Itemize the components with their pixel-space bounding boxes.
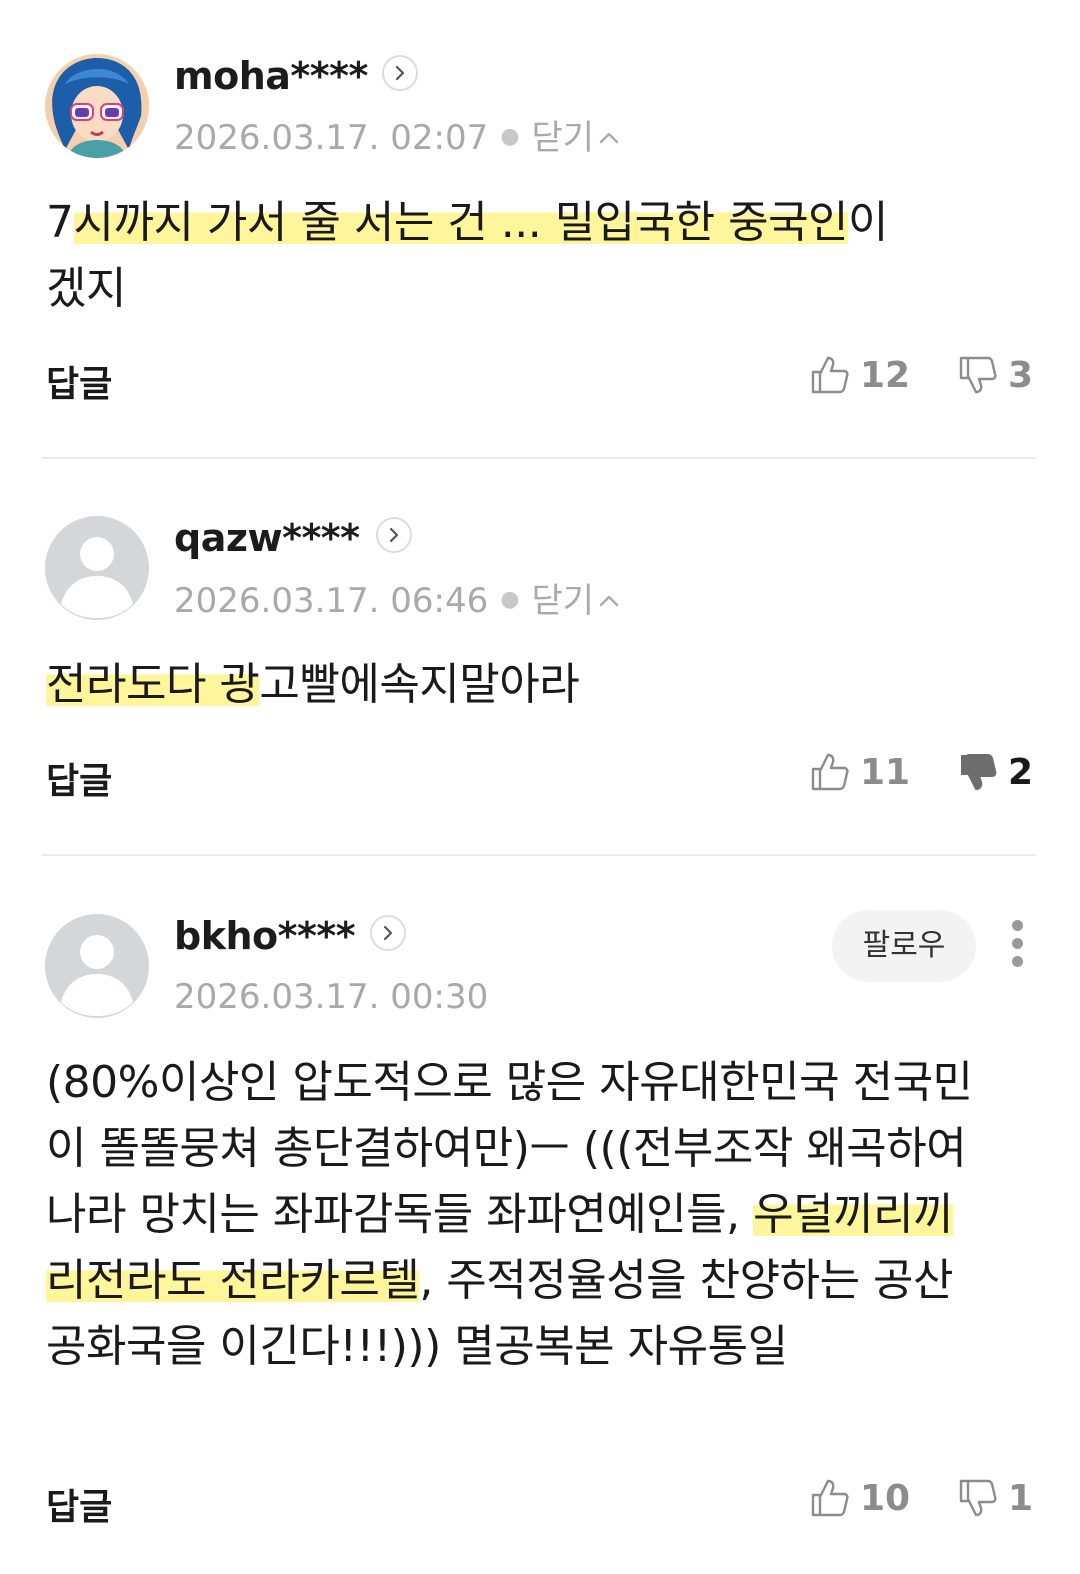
more-vertical-icon[interactable] <box>1004 918 1032 974</box>
username[interactable]: moha**** <box>174 54 368 98</box>
avatar[interactable] <box>45 54 149 158</box>
chevron-right-icon <box>395 65 405 81</box>
collapse-button[interactable]: 닫기 <box>531 118 620 158</box>
like-button[interactable]: 10 <box>810 1478 910 1519</box>
chevron-up-icon <box>599 132 619 144</box>
comment-text: 전라도다 광고빨에속지말아라 <box>46 652 1036 718</box>
reply-button[interactable]: 답글 <box>46 355 112 407</box>
comment-text-part: 7 <box>46 197 74 248</box>
comment-text: (80%이상인 압도적으로 많은 자유대한민국 전국민이 똘똘뭉쳐 총단결하여만… <box>46 1050 986 1380</box>
default-user-icon <box>45 914 149 1018</box>
reply-button[interactable]: 답글 <box>46 752 112 804</box>
dislike-count: 2 <box>1008 752 1034 793</box>
chevron-up-icon <box>599 595 619 607</box>
divider <box>42 457 1036 459</box>
timestamp: 2026.03.17. 02:07 <box>174 118 489 158</box>
dislike-button[interactable]: 3 <box>958 355 1033 396</box>
username[interactable]: qazw**** <box>174 516 360 560</box>
like-count: 10 <box>860 1478 911 1519</box>
dislike-button[interactable]: 2 <box>958 752 1033 793</box>
collapse-button[interactable]: 닫기 <box>531 581 620 621</box>
chevron-right-icon <box>389 527 399 543</box>
comment-meta: 2026.03.17. 06:46 ● 닫기 <box>174 580 620 621</box>
timestamp: 2026.03.17. 00:30 <box>174 977 489 1017</box>
comment-meta: 2026.03.17. 00:30 <box>174 977 488 1017</box>
profile-link-button[interactable] <box>382 55 418 91</box>
chevron-right-icon <box>383 925 393 941</box>
thumbs-down-icon <box>959 1479 997 1517</box>
like-button[interactable]: 11 <box>810 752 910 793</box>
highlighted-text: 전라도다 광 <box>46 659 260 710</box>
avatar[interactable] <box>45 914 149 1018</box>
thumbs-up-icon <box>811 753 849 791</box>
default-user-icon <box>45 516 149 620</box>
dislike-count: 3 <box>1008 355 1034 396</box>
thumbs-down-icon <box>959 356 997 394</box>
thumbs-up-icon <box>811 356 849 394</box>
comment-meta: 2026.03.17. 02:07 ● 닫기 <box>174 117 620 158</box>
thumbs-up-icon <box>811 1479 849 1517</box>
like-count: 12 <box>860 355 911 396</box>
divider <box>42 854 1036 856</box>
profile-link-button[interactable] <box>376 517 412 553</box>
timestamp: 2026.03.17. 06:46 <box>174 581 489 621</box>
character-avatar-icon <box>45 54 149 158</box>
username[interactable]: bkho**** <box>174 914 356 958</box>
collapse-label: 닫기 <box>531 118 595 158</box>
follow-button[interactable]: 팔로우 <box>832 910 976 982</box>
thumbs-down-icon <box>961 754 997 790</box>
separator-dot: ● <box>500 124 520 149</box>
avatar[interactable] <box>45 516 149 620</box>
dislike-count: 1 <box>1008 1478 1034 1519</box>
comment-text: 7시까지 가서 줄 서는 건 ... 밀입국한 중국인이겠지 <box>46 190 1036 322</box>
collapse-label: 닫기 <box>531 581 595 621</box>
dislike-button[interactable]: 1 <box>958 1478 1033 1519</box>
comment-text-part: 이 <box>848 197 889 248</box>
like-button[interactable]: 12 <box>810 355 910 396</box>
profile-link-button[interactable] <box>370 915 406 951</box>
comment-text-part: 고빨에속지말아라 <box>259 659 580 710</box>
reply-button[interactable]: 답글 <box>46 1478 112 1530</box>
separator-dot: ● <box>500 587 520 612</box>
highlighted-text: 시까지 가서 줄 서는 건 ... 밀입국한 중국인 <box>73 197 849 248</box>
like-count: 11 <box>860 752 911 793</box>
comment-text-part: 겠지 <box>46 263 126 314</box>
